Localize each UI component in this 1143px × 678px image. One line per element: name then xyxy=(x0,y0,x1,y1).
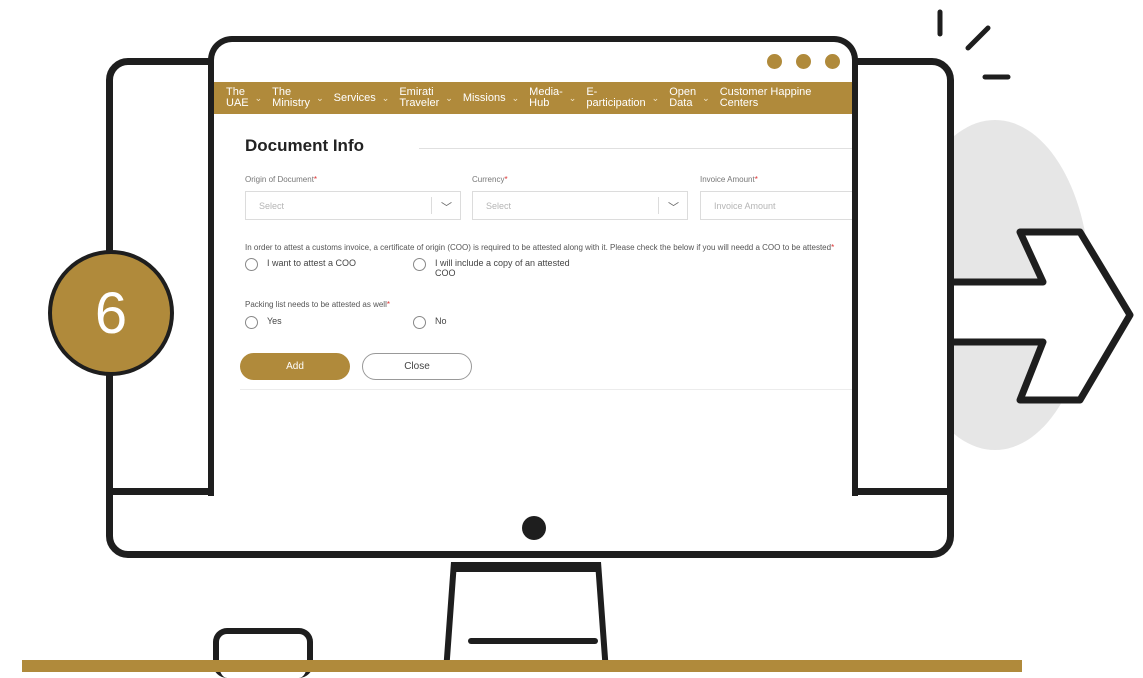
step-number: 6 xyxy=(94,280,128,346)
nav-item-label: Missions xyxy=(462,91,506,104)
required-mark: * xyxy=(831,243,835,252)
nav-item-label: The UAE xyxy=(226,86,249,109)
packing-list-label: Packing list needs to be attested as wel… xyxy=(245,300,390,309)
nav-item-label: Media- Hub xyxy=(529,86,563,109)
monitor-stand xyxy=(443,562,609,672)
select-divider xyxy=(658,197,659,214)
radio-button[interactable] xyxy=(413,316,426,329)
nav-item[interactable]: Emirati Traveler ⌄ xyxy=(399,87,452,109)
nav-item[interactable]: Services ⌄ xyxy=(333,91,390,104)
chevron-down-icon: ⌄ xyxy=(316,92,324,103)
chevron-down-icon: ⌄ xyxy=(445,92,453,103)
required-mark: * xyxy=(386,300,390,309)
origin-label: Origin of Document* xyxy=(245,175,317,184)
required-mark: * xyxy=(313,175,318,184)
currency-select-value: Select xyxy=(486,200,512,211)
nav-item[interactable]: The Ministry ⌄ xyxy=(272,87,323,109)
radio-include-copy[interactable]: I will include a copy of an attested COO xyxy=(413,258,583,278)
radio-label: No xyxy=(435,316,447,326)
radio-attest-coo[interactable]: I want to attest a COO xyxy=(245,258,356,271)
invoice-label-text: Invoice Amount xyxy=(700,175,755,184)
window-dot-icon[interactable] xyxy=(767,54,782,69)
nav-item[interactable]: E- participation ⌄ xyxy=(586,87,659,109)
radio-packing-yes[interactable]: Yes xyxy=(245,316,282,329)
origin-select[interactable]: Select ﹀ xyxy=(245,191,461,220)
nav-item-label: E- participation xyxy=(586,86,646,109)
monitor-camera-icon xyxy=(522,516,546,540)
select-divider xyxy=(431,197,432,214)
close-button[interactable]: Close xyxy=(362,353,472,380)
required-mark: * xyxy=(754,175,758,184)
page-title: Document Info xyxy=(245,136,364,155)
currency-label: Currency* xyxy=(472,175,508,184)
invoice-amount-input[interactable]: Invoice Amount xyxy=(700,191,852,220)
invoice-amount-placeholder: Invoice Amount xyxy=(714,200,776,211)
radio-button[interactable] xyxy=(413,258,426,271)
coo-note-text: In order to attest a customs invoice, a … xyxy=(245,243,832,252)
currency-select[interactable]: Select ﹀ xyxy=(472,191,688,220)
chevron-down-icon: ⌄ xyxy=(381,92,390,103)
radio-label: I want to attest a COO xyxy=(267,258,357,268)
window-dot-icon[interactable] xyxy=(825,54,840,69)
browser-window: The UAE ⌄ The Ministry ⌄ Services ⌄ Emirati Tr… xyxy=(208,36,858,496)
chevron-down-icon: ⌄ xyxy=(511,92,520,103)
bottom-accent-bar xyxy=(22,660,1022,672)
chevron-down-icon: ﹀ xyxy=(668,202,679,214)
stand-base-line xyxy=(468,638,598,644)
nav-item-label: The Ministry xyxy=(272,86,311,109)
step-badge: 6 xyxy=(48,250,174,376)
nav-item-label: Services xyxy=(333,91,376,104)
currency-label-text: Currency xyxy=(472,175,505,184)
window-controls xyxy=(767,54,840,69)
chevron-down-icon: ﹀ xyxy=(441,202,452,214)
radio-button[interactable] xyxy=(245,258,258,271)
nav-item[interactable]: Open Data ⌄ xyxy=(669,87,709,109)
chevron-down-icon: ⌄ xyxy=(702,92,710,103)
origin-label-text: Origin of Document xyxy=(245,175,314,184)
arrow-right-icon xyxy=(954,228,1134,404)
document-info-form: Document Info Origin of Document* Select… xyxy=(214,114,852,496)
radio-button[interactable] xyxy=(245,316,258,329)
radio-label: Yes xyxy=(267,316,282,326)
main-navigation: The UAE ⌄ The Ministry ⌄ Services ⌄ Emirati Tr… xyxy=(214,82,852,114)
nav-item[interactable]: Customer Happine Centers xyxy=(720,87,812,109)
nav-item[interactable]: Missions ⌄ xyxy=(462,91,520,104)
radio-packing-no[interactable]: No xyxy=(413,316,447,329)
nav-item-label: Customer Happine Centers xyxy=(719,86,812,109)
origin-select-value: Select xyxy=(259,200,285,211)
add-button[interactable]: Add xyxy=(240,353,350,380)
chevron-down-icon: ⌄ xyxy=(254,92,263,103)
nav-item[interactable]: Media- Hub ⌄ xyxy=(529,87,576,109)
required-mark: * xyxy=(504,175,508,184)
invoice-amount-label: Invoice Amount* xyxy=(700,175,758,184)
window-dot-icon[interactable] xyxy=(796,54,811,69)
coo-note: In order to attest a customs invoice, a … xyxy=(245,243,834,252)
title-divider xyxy=(419,148,852,149)
chevron-down-icon: ⌄ xyxy=(568,92,577,103)
nav-item-label: Open Data xyxy=(669,86,697,109)
nav-item[interactable]: The UAE ⌄ xyxy=(226,87,262,109)
packing-label-text: Packing list needs to be attested as wel… xyxy=(245,300,387,309)
radio-label: I will include a copy of an attested COO xyxy=(435,258,570,278)
nav-item-label: Emirati Traveler xyxy=(399,86,440,109)
chevron-down-icon: ⌄ xyxy=(651,92,660,103)
form-bottom-divider xyxy=(240,389,852,390)
